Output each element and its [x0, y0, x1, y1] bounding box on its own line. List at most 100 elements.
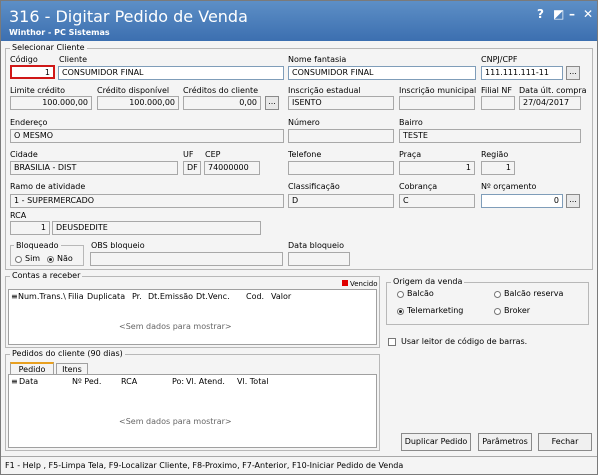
- creditos-lookup-button[interactable]: ...: [265, 96, 279, 110]
- cobranca-field: C: [399, 194, 475, 208]
- col-header[interactable]: Dt.Venc.: [196, 292, 230, 301]
- group-title: Selecionar Cliente: [10, 43, 87, 52]
- contas-receber-title: Contas a receber: [10, 271, 83, 280]
- col-header[interactable]: Vl. Atend.: [186, 377, 225, 386]
- barcode-label: Usar leitor de código de barras.: [401, 337, 528, 346]
- obs-bloqueio-label: OBS bloqueio: [91, 241, 145, 250]
- orcamento-lookup-button[interactable]: ...: [566, 194, 580, 208]
- rca-name-field: DEUSDEDITE: [52, 221, 261, 235]
- filial-nf-field: [481, 96, 515, 110]
- barcode-checkbox[interactable]: [388, 338, 396, 346]
- nome-fantasia-label: Nome fantasia: [288, 55, 347, 64]
- cnpj-label: CNPJ/CPF: [481, 55, 518, 64]
- col-header[interactable]: Duplicata: [87, 292, 125, 301]
- data-bloqueio-label: Data bloqueio: [288, 241, 345, 250]
- classificacao-field: D: [288, 194, 394, 208]
- origem-broker-label: Broker: [504, 306, 531, 315]
- ramo-atividade-label: Ramo de atividade: [10, 182, 86, 191]
- col-header[interactable]: Valor: [271, 292, 291, 301]
- numero-field: [288, 129, 394, 143]
- grid-menu-icon[interactable]: ≡: [11, 292, 18, 301]
- codigo-input[interactable]: 1: [10, 65, 55, 79]
- col-header[interactable]: Data: [19, 377, 38, 386]
- origem-balcao-reserva-label: Balcão reserva: [504, 289, 564, 298]
- insc-municipal-field: [399, 96, 475, 110]
- col-header[interactable]: Vl. Total: [237, 377, 268, 386]
- telefone-label: Telefone: [288, 150, 322, 159]
- obs-bloqueio-field: [90, 252, 283, 266]
- ramo-atividade-field: 1 - SUPERMERCADO: [10, 194, 284, 208]
- cidade-field: BRASILIA - DIST: [10, 161, 178, 175]
- close-icon[interactable]: ✕: [583, 7, 593, 21]
- origem-balcao-radio[interactable]: [397, 291, 404, 298]
- insc-estadual-label: Inscrição estadual: [288, 86, 361, 95]
- origem-broker-radio[interactable]: [494, 308, 501, 315]
- rca-label: RCA: [10, 211, 27, 220]
- rca-code-field: 1: [10, 221, 50, 235]
- restore-icon[interactable]: ◩: [553, 7, 564, 21]
- contas-grid[interactable]: ≡ Num.Trans.\ Filia Duplicata Pr. Dt.Emi…: [8, 289, 377, 345]
- cnpj-input[interactable]: 111.111.111-11: [481, 66, 563, 80]
- cep-label: CEP: [205, 150, 221, 159]
- col-header[interactable]: Pr.: [132, 292, 142, 301]
- codigo-label: Código: [10, 55, 38, 64]
- bloqueado-label: Bloqueado: [14, 241, 61, 250]
- orcamento-input[interactable]: 0: [481, 194, 563, 208]
- data-ult-compra-field: 27/04/2017: [519, 96, 581, 110]
- nome-fantasia-input[interactable]: CONSUMIDOR FINAL: [288, 66, 476, 80]
- pedidos-grid[interactable]: ≡ Data Nº Ped. RCA Po: Vl. Atend. Vl. To…: [8, 374, 377, 448]
- cnpj-lookup-button[interactable]: ...: [566, 66, 580, 80]
- grid-menu-icon[interactable]: ≡: [11, 377, 18, 386]
- origem-balcao-label: Balcão: [407, 289, 434, 298]
- col-header[interactable]: Num.Trans.\: [18, 292, 66, 301]
- cliente-label: Cliente: [59, 55, 88, 64]
- orcamento-label: Nº orçamento: [481, 182, 537, 191]
- origem-telemarketing-radio[interactable]: [397, 308, 404, 315]
- bairro-label: Bairro: [399, 118, 423, 127]
- pedidos-cliente-title: Pedidos do cliente (90 dias): [10, 349, 125, 358]
- cobranca-label: Cobrança: [399, 182, 438, 191]
- main-window: 316 - Digitar Pedido de Venda Winthor - …: [0, 0, 598, 475]
- numero-label: Número: [288, 118, 320, 127]
- telefone-field: [288, 161, 394, 175]
- insc-municipal-label: Inscrição municipal: [399, 86, 477, 95]
- col-header[interactable]: Po:: [172, 377, 184, 386]
- bloqueado-sim-label: Sim: [25, 254, 41, 263]
- col-header[interactable]: Cod.: [246, 292, 264, 301]
- data-ult-compra-label: Data últ. compra: [519, 86, 587, 95]
- col-header[interactable]: Filia: [68, 292, 84, 301]
- regiao-field: 1: [481, 161, 515, 175]
- origem-balcao-reserva-radio[interactable]: [494, 291, 501, 298]
- selecionar-cliente-group: Selecionar Cliente: [5, 43, 593, 270]
- bairro-field: TESTE: [399, 129, 581, 143]
- classificacao-label: Classificação: [288, 182, 340, 191]
- cidade-label: Cidade: [10, 150, 38, 159]
- origem-venda-title: Origem da venda: [391, 277, 465, 286]
- col-header[interactable]: Dt.Emissão: [148, 292, 193, 301]
- tab-pedido[interactable]: Pedido: [10, 362, 54, 374]
- status-bar: F1 - Help , F5-Limpa Tela, F9-Localizar …: [1, 456, 597, 474]
- empty-message: <Sem dados para mostrar>: [119, 322, 232, 331]
- regiao-label: Região: [481, 150, 509, 159]
- empty-message: <Sem dados para mostrar>: [119, 417, 232, 426]
- limite-credito-label: Limite crédito: [10, 86, 66, 95]
- praca-label: Praça: [399, 150, 422, 159]
- origem-telemarketing-label: Telemarketing: [407, 306, 464, 315]
- vencido-legend-label: Vencido: [350, 280, 378, 288]
- filial-nf-label: Filial NF: [481, 86, 512, 95]
- bloqueado-nao-label: Não: [57, 254, 73, 263]
- help-icon[interactable]: ?: [537, 7, 544, 21]
- bloqueado-sim-radio[interactable]: [15, 256, 22, 263]
- duplicar-pedido-button[interactable]: Duplicar Pedido: [401, 433, 471, 451]
- window-subtitle: Winthor - PC Sistemas: [9, 28, 110, 37]
- uf-field: DF: [183, 161, 201, 175]
- insc-estadual-field: ISENTO: [288, 96, 394, 110]
- minimize-icon[interactable]: –: [569, 7, 575, 21]
- bloqueado-nao-radio[interactable]: [47, 256, 54, 263]
- col-header[interactable]: RCA: [121, 377, 137, 386]
- credito-disponivel-field: 100.000,00: [97, 96, 179, 110]
- cliente-input[interactable]: CONSUMIDOR FINAL: [58, 66, 284, 80]
- col-header[interactable]: Nº Ped.: [72, 377, 101, 386]
- parametros-button[interactable]: Parâmetros: [478, 433, 532, 451]
- fechar-button[interactable]: Fechar: [538, 433, 592, 451]
